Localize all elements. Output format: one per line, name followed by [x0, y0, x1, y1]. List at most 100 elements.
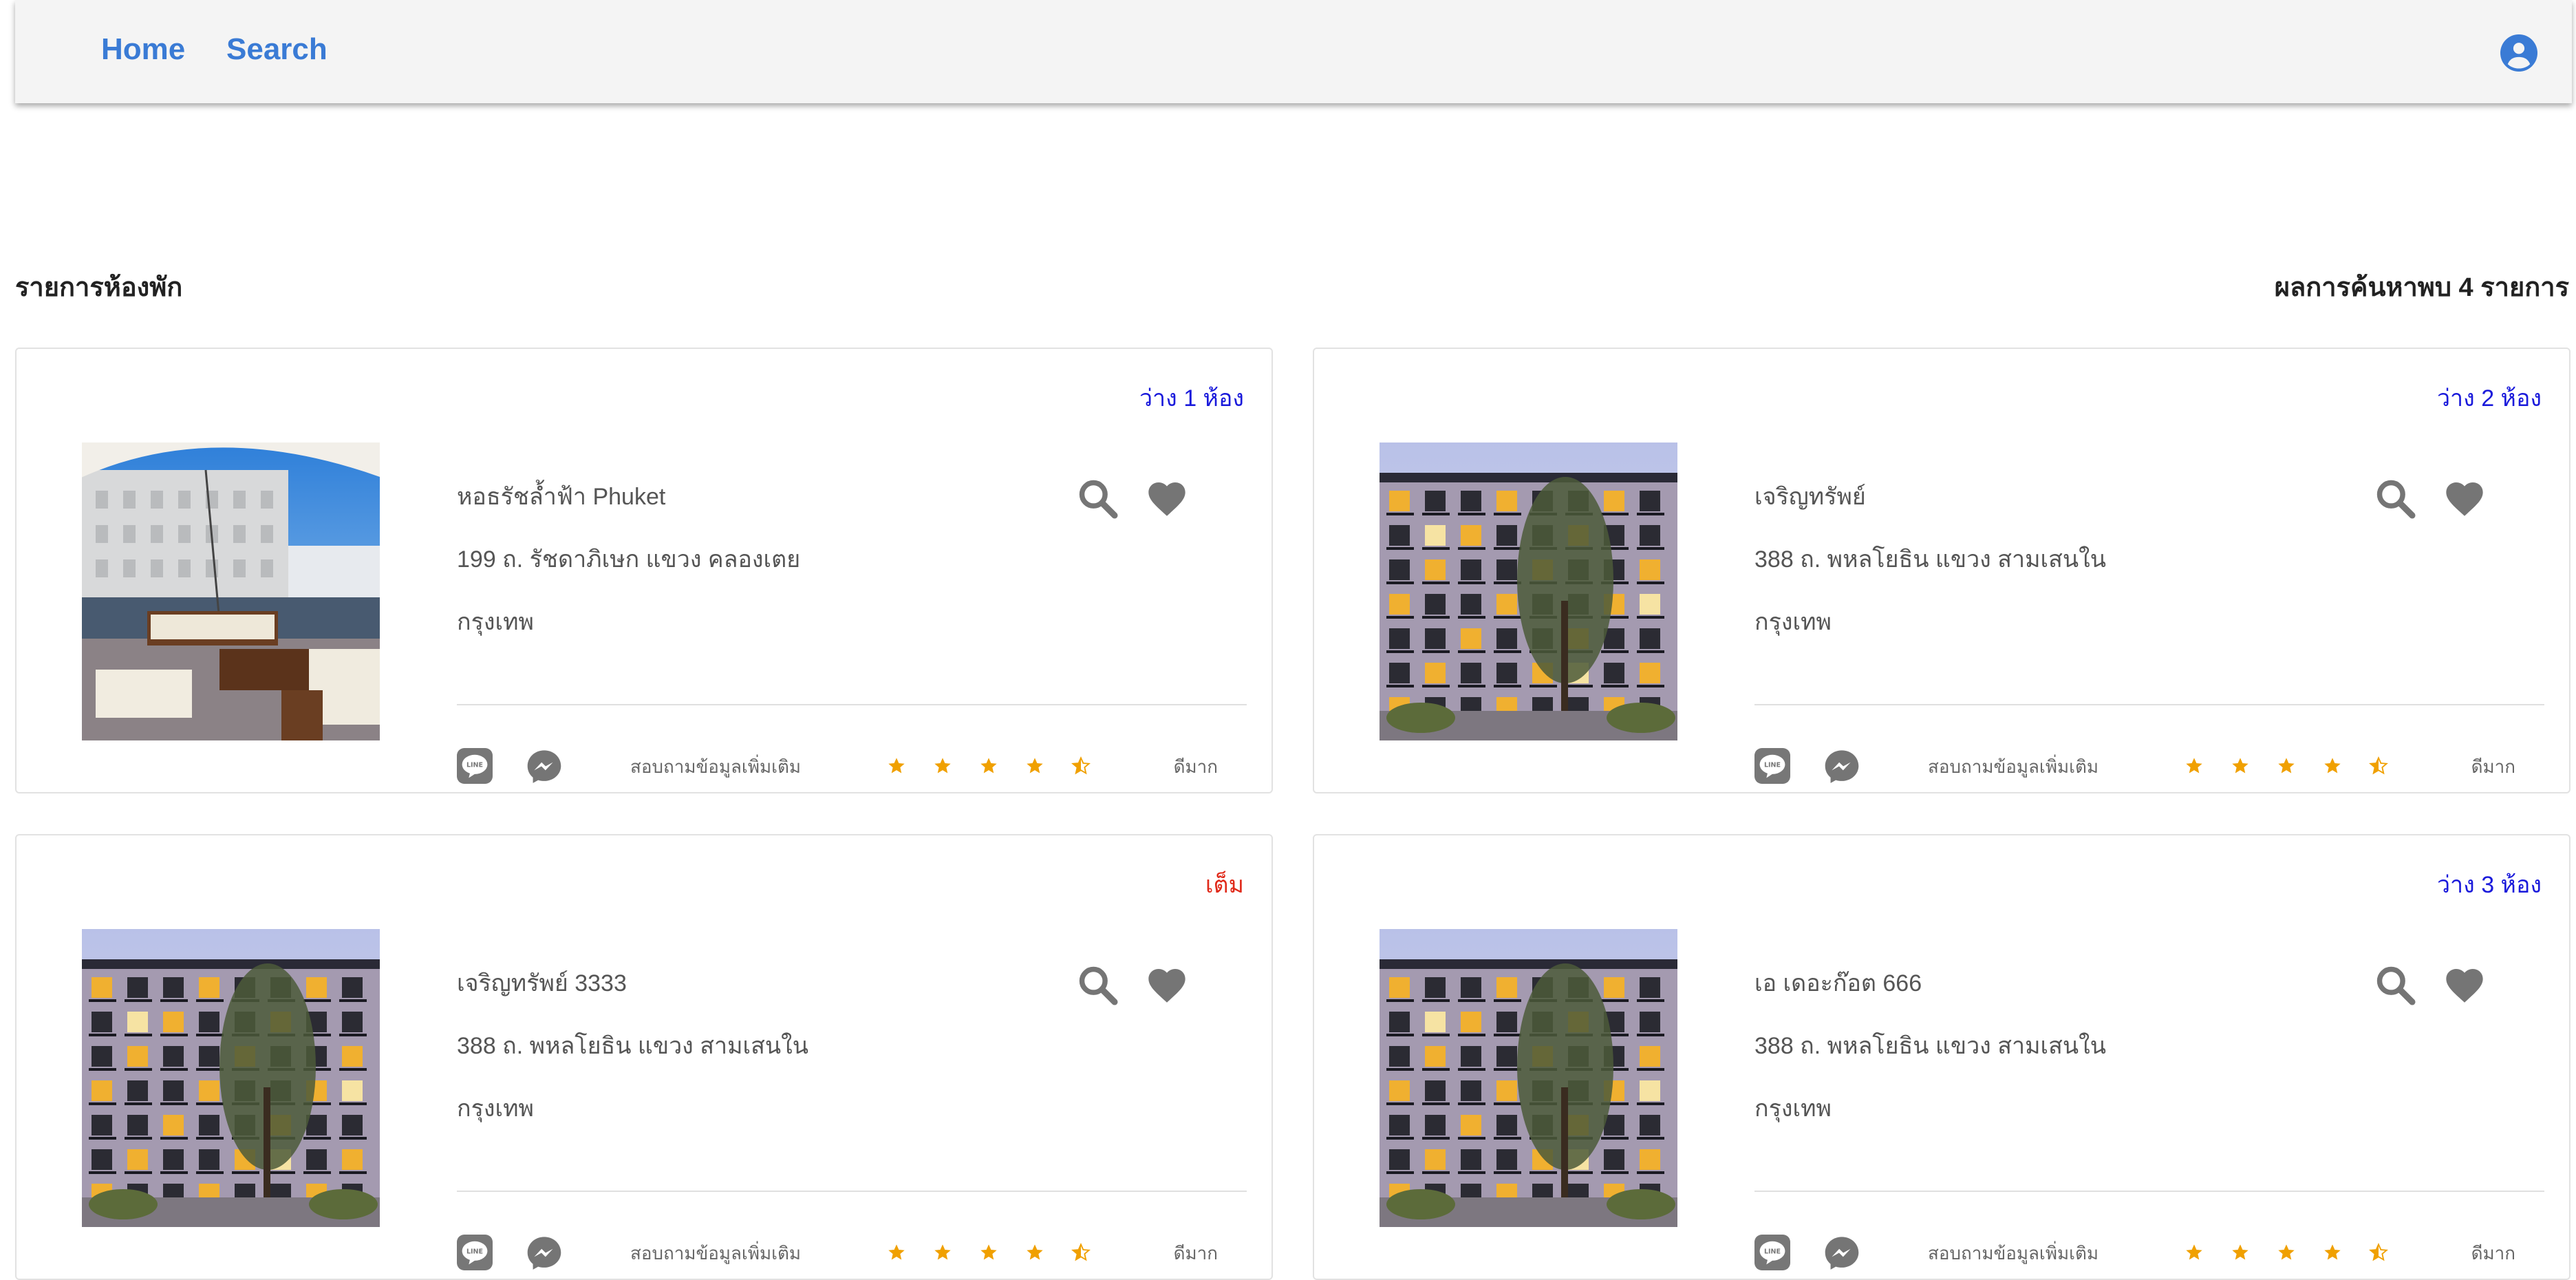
line-app-icon[interactable]: LINE [1754, 748, 1790, 784]
star-icon [2186, 1244, 2202, 1260]
messenger-icon[interactable] [1823, 1235, 1860, 1272]
rating-star [887, 756, 906, 776]
star-icon [2232, 1244, 2248, 1260]
rating-star [2323, 756, 2342, 776]
star-icon [934, 758, 951, 774]
page-title: รายการห้องพัก [15, 273, 183, 302]
listing-name[interactable]: เอ เดอะก๊อต 666 [1754, 968, 1922, 999]
line-app-icon[interactable]: LINE [457, 748, 493, 784]
rating-star [933, 1243, 952, 1262]
search-icon[interactable] [1076, 477, 1120, 521]
star-half-icon [1071, 756, 1091, 775]
card-divider [457, 704, 1247, 705]
top-navbar: Home Search [15, 0, 2572, 103]
search-icon[interactable] [2374, 477, 2418, 521]
rating-star [2185, 756, 2204, 776]
rating-star [1071, 756, 1091, 776]
search-icon[interactable] [2374, 963, 2418, 1007]
rating-star [887, 1243, 906, 1262]
listing-address: 388 ถ. พหลโยธิน แขวง สามเสนใน [1754, 546, 2106, 573]
svg-text:LINE: LINE [466, 1248, 483, 1255]
star-icon [1027, 758, 1043, 774]
star-half-icon [1071, 1243, 1091, 1261]
star-icon [2186, 758, 2202, 774]
listing-photo[interactable] [82, 442, 380, 740]
star-half-icon [2369, 756, 2388, 775]
listing-card[interactable]: เต็ม เจริญทรัพย์ 3333 388 ถ. พหลโยธิน แข… [15, 834, 1273, 1280]
messenger-icon[interactable] [526, 1235, 563, 1272]
inquire-more-link[interactable]: สอบถามข้อมูลเพิ่มเติม [1928, 755, 2099, 778]
listing-address: 199 ถ. รัชดาภิเษก แขวง คลองเตย [457, 546, 801, 573]
listing-card[interactable]: ว่าง 2 ห้อง เจริญทรัพย์ 388 ถ. พหลโยธิน … [1313, 348, 2570, 793]
card-divider [457, 1191, 1247, 1192]
listing-address: 388 ถ. พหลโยธิน แขวง สามเสนใน [1754, 1033, 2106, 1059]
listing-card[interactable]: ว่าง 1 ห้อง หอธรัชล้ำฟ้า Phuket 199 ถ. ร… [15, 348, 1273, 793]
nav-home-link[interactable]: Home [101, 32, 185, 67]
listing-photo[interactable] [1380, 442, 1677, 740]
heart-icon[interactable] [2443, 963, 2487, 1007]
rating-star [2277, 1243, 2296, 1262]
listing-city: กรุงเทพ [457, 609, 534, 635]
listing-card[interactable]: ว่าง 3 ห้อง เอ เดอะก๊อต 666 388 ถ. พหลโย… [1313, 834, 2570, 1280]
result-count: ผลการค้นหาพบ 4 รายการ [2274, 273, 2569, 302]
messenger-icon[interactable] [1823, 748, 1860, 785]
line-app-icon[interactable]: LINE [457, 1235, 493, 1270]
listing-name[interactable]: หอธรัชล้ำฟ้า Phuket [457, 482, 665, 512]
listing-photo[interactable] [82, 929, 380, 1227]
star-icon [888, 758, 905, 774]
rating-label: ดีมาก [2471, 756, 2515, 777]
svg-text:LINE: LINE [1764, 1248, 1781, 1255]
heart-icon[interactable] [2443, 477, 2487, 521]
account-circle-icon[interactable] [2500, 34, 2537, 72]
rating-star [933, 756, 952, 776]
inquire-more-link[interactable]: สอบถามข้อมูลเพิ่มเติม [630, 1241, 801, 1265]
listing-city: กรุงเทพ [1754, 609, 1832, 635]
line-app-icon[interactable]: LINE [1754, 1235, 1790, 1270]
star-icon [1027, 1244, 1043, 1260]
listing-name[interactable]: เจริญทรัพย์ 3333 [457, 968, 627, 999]
rating-star [979, 1243, 998, 1262]
svg-text:LINE: LINE [1764, 761, 1781, 769]
messenger-icon[interactable] [526, 748, 563, 785]
heart-icon[interactable] [1145, 963, 1189, 1007]
rating-star [2231, 756, 2250, 776]
card-divider [1754, 704, 2544, 705]
star-icon [980, 1244, 997, 1260]
listing-address: 388 ถ. พหลโยธิน แขวง สามเสนใน [457, 1033, 808, 1059]
rooftop-terrace-photo [82, 442, 380, 740]
rating-star [979, 756, 998, 776]
rating-star [2323, 1243, 2342, 1262]
rating-star [2277, 756, 2296, 776]
card-divider [1754, 1191, 2544, 1192]
apartment-building-photo [82, 929, 380, 1227]
search-icon[interactable] [1076, 963, 1120, 1007]
star-icon [888, 1244, 905, 1260]
rating-star [1025, 756, 1044, 776]
rating-star [1025, 1243, 1044, 1262]
nav-search-link[interactable]: Search [226, 32, 328, 67]
heart-icon[interactable] [1145, 477, 1189, 521]
inquire-more-link[interactable]: สอบถามข้อมูลเพิ่มเติม [1928, 1241, 2099, 1265]
listing-name[interactable]: เจริญทรัพย์ [1754, 482, 1866, 512]
svg-text:LINE: LINE [466, 761, 483, 769]
apartment-building-photo [1380, 442, 1677, 740]
star-icon [2232, 758, 2248, 774]
rating-star [2369, 1243, 2388, 1262]
listing-city: กรุงเทพ [1754, 1096, 1832, 1122]
star-icon [2324, 758, 2341, 774]
listing-photo[interactable] [1380, 929, 1677, 1227]
availability-status: ว่าง 1 ห้อง [1139, 385, 1244, 412]
availability-status: ว่าง 2 ห้อง [2436, 385, 2542, 412]
rating-star [1071, 1243, 1091, 1262]
star-icon [2278, 758, 2295, 774]
star-icon [2278, 1244, 2295, 1260]
star-icon [934, 1244, 951, 1260]
rating-label: ดีมาก [1173, 756, 1218, 777]
rating-star [2369, 756, 2388, 776]
rating-label: ดีมาก [1173, 1243, 1218, 1263]
availability-status: เต็ม [1205, 872, 1244, 898]
listing-city: กรุงเทพ [457, 1096, 534, 1122]
inquire-more-link[interactable]: สอบถามข้อมูลเพิ่มเติม [630, 755, 801, 778]
star-half-icon [2369, 1243, 2388, 1261]
rating-star [2231, 1243, 2250, 1262]
